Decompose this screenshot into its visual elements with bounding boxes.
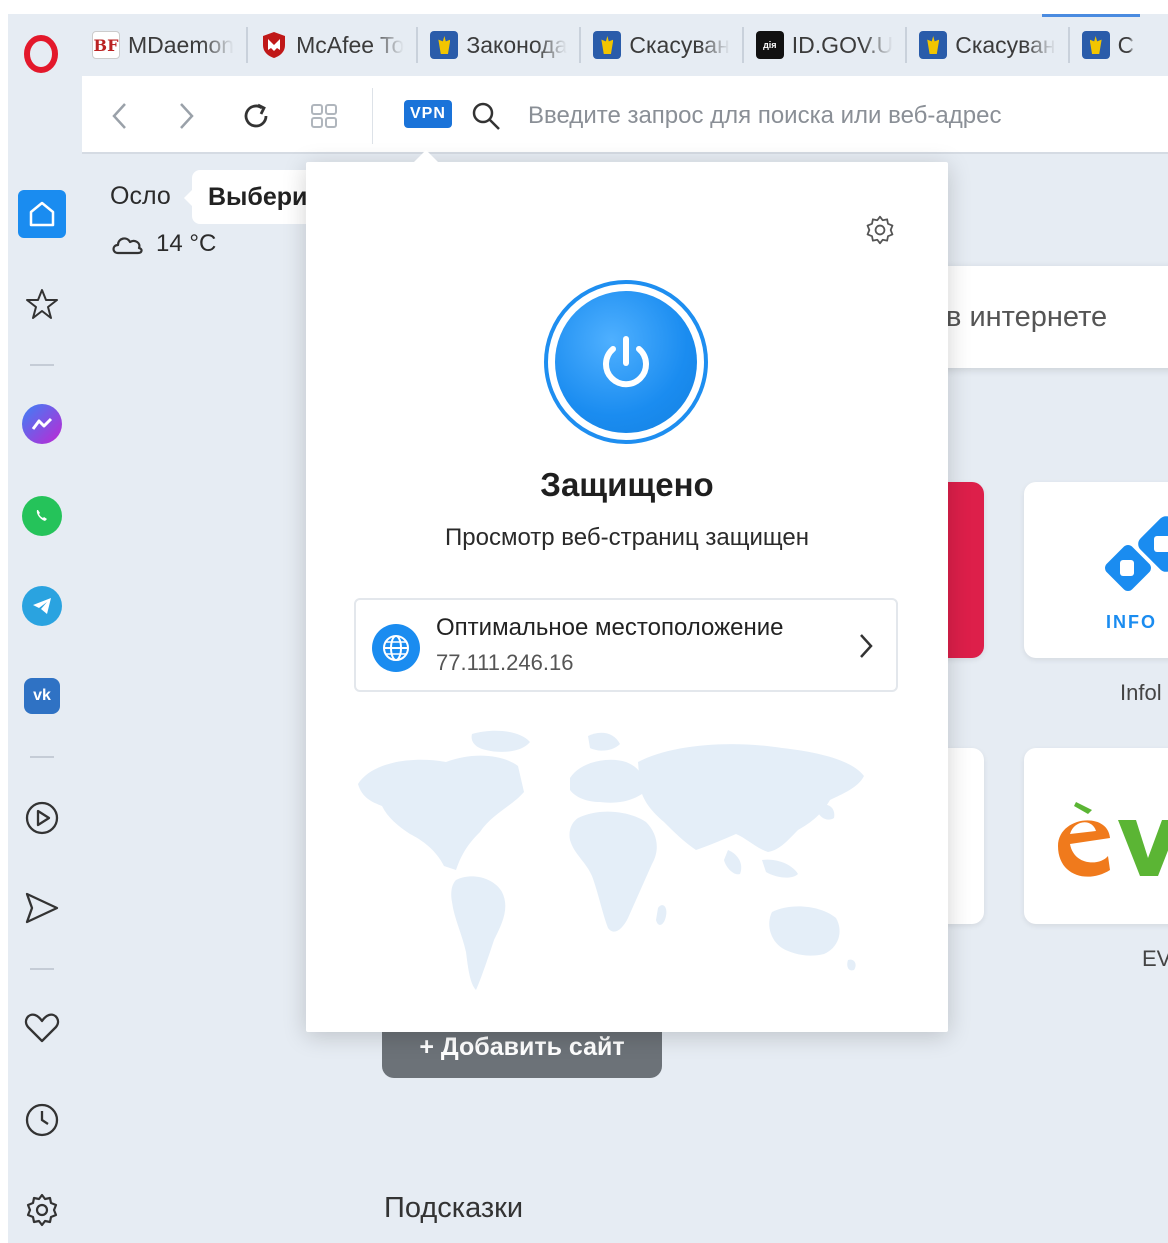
bookmark-star-icon[interactable] (18, 280, 66, 328)
vpn-popup: Защищено Просмотр веб-страниц защищен Оп… (306, 150, 948, 1032)
speed-dial-tile-info[interactable]: INFO (1024, 482, 1168, 658)
cloud-icon (112, 237, 143, 255)
ukraine-trident-icon (593, 31, 622, 59)
address-toolbar: VPN (82, 76, 1168, 154)
info-logo-icon (1105, 516, 1168, 591)
address-input[interactable] (528, 94, 1168, 138)
search-icon (466, 96, 506, 136)
vpn-button[interactable]: VPN (404, 100, 452, 128)
weather-location-chip[interactable]: Выбери (183, 170, 324, 224)
ukraine-trident-icon (430, 31, 459, 59)
tab-title: Скасуван (629, 31, 730, 58)
tile-label: EV (1142, 946, 1168, 971)
chevron-right-icon (854, 628, 878, 664)
vpn-power-button[interactable] (544, 280, 708, 444)
tab-skasuvannya-1[interactable]: Скасуван (581, 27, 744, 63)
browser-window: BF MDaemon McAfee To Законода Скасуван д… (8, 14, 1168, 1243)
tab-id-gov[interactable]: дія ID.GOV.U (744, 27, 908, 63)
weather-city[interactable]: Осло (110, 182, 171, 211)
tab-skasuvannya-2[interactable]: Скасуван (907, 27, 1070, 63)
ukraine-trident-icon (919, 31, 948, 59)
vpn-settings-gear-icon[interactable] (862, 212, 898, 248)
tab-title: Скасуван (955, 31, 1056, 58)
tab-indicator (1042, 14, 1140, 17)
messenger-icon[interactable] (18, 400, 66, 448)
player-icon[interactable] (18, 794, 66, 842)
sidebar: vk (8, 154, 82, 1243)
mdaemon-icon: BF (92, 31, 120, 59)
tab-title: McAfee To (296, 31, 405, 58)
tab-partial[interactable]: С (1070, 27, 1147, 63)
power-icon (555, 291, 697, 433)
search-placeholder-text: в интернете (946, 300, 1108, 333)
tab-title: ID.GOV.U (791, 31, 894, 58)
opera-logo-icon[interactable] (22, 34, 60, 74)
tab-snapshot-grid-button[interactable] (304, 96, 344, 136)
diia-icon: дія (755, 31, 784, 59)
settings-gear-icon[interactable] (18, 1186, 66, 1234)
vpn-status-subtitle: Просмотр веб-страниц защищен (445, 524, 809, 551)
sidebar-home-icon[interactable] (18, 190, 66, 238)
vpn-status-title: Защищено (540, 466, 714, 503)
globe-icon (372, 624, 420, 672)
tile-label: Infol (1120, 680, 1162, 705)
reload-button[interactable] (236, 96, 276, 136)
tab-mcafee[interactable]: McAfee To (248, 27, 419, 63)
forward-button[interactable] (166, 96, 206, 136)
toolbar-divider (372, 88, 373, 144)
vpn-ip-address: 77.111.246.16 (436, 650, 574, 675)
weather-temp-label: 14 °C (156, 230, 217, 257)
send-icon[interactable] (18, 884, 66, 932)
start-search-box[interactable]: в интернете (938, 266, 1168, 368)
tab-title: Законода (466, 31, 568, 58)
ukraine-trident-icon (1081, 31, 1110, 59)
whatsapp-icon[interactable] (18, 492, 66, 540)
back-button[interactable] (100, 96, 140, 136)
tab-title: MDaemon (128, 31, 235, 58)
hints-title: Подсказки (384, 1192, 524, 1224)
sidebar-divider (30, 364, 54, 366)
tab-mdaemon[interactable]: BF MDaemon (86, 27, 249, 63)
tab-strip: BF MDaemon McAfee To Законода Скасуван д… (86, 20, 1168, 70)
tab-zakonodavstvo[interactable]: Законода (418, 27, 582, 63)
speed-dial-tile-ev[interactable] (1024, 748, 1168, 924)
history-clock-icon[interactable] (18, 1096, 66, 1144)
sidebar-divider (30, 968, 54, 970)
weather-temperature: 14 °C (110, 230, 216, 258)
info-logo-text: INFO (1106, 612, 1157, 632)
telegram-icon[interactable] (18, 582, 66, 630)
tab-title: С (1117, 31, 1135, 58)
vk-icon[interactable]: vk (18, 672, 66, 720)
mcafee-shield-icon (260, 31, 288, 59)
vpn-location-name: Оптимальное местоположение (436, 614, 784, 641)
vpn-location-selector[interactable]: Оптимальное местоположение 77.111.246.16 (354, 598, 898, 692)
ev-logo-icon (1058, 802, 1168, 877)
world-map-illustration (358, 730, 864, 990)
sidebar-divider (30, 756, 54, 758)
heart-icon[interactable] (18, 1004, 66, 1052)
